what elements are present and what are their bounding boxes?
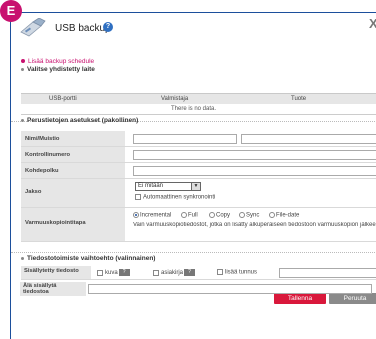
cancel-button[interactable]: Peruuta: [329, 293, 376, 304]
options-section-heading: Tiedostotoimiste vaihtoehto (valinnainen…: [21, 255, 155, 262]
empty-message: There is no data.: [171, 106, 217, 112]
radio-incremental[interactable]: [133, 212, 139, 218]
option-label: File-date: [276, 212, 300, 219]
option-label: Sync: [246, 212, 260, 219]
backup-option-copy[interactable]: Copy: [209, 212, 230, 219]
auto-sync-option: Automaattinen synkronointi: [135, 194, 215, 201]
name-input[interactable]: [133, 134, 237, 144]
option-label: Full: [188, 212, 198, 219]
basic-section-title: Perustietojen asetukset (pakollinen): [27, 117, 139, 124]
bullet-icon: [21, 67, 24, 71]
period-select[interactable]: Ei mitään ▼: [135, 182, 201, 191]
auto-sync-label: Automaattinen synkronointi: [143, 194, 216, 201]
backup-option-full[interactable]: Full: [181, 212, 198, 219]
backup-hint: Vain varmuuskopiotiedostot, jotka on lis…: [133, 222, 376, 228]
period-label: Jakso: [21, 179, 125, 207]
option-label: Copy: [216, 212, 231, 219]
controller-input[interactable]: [133, 150, 376, 160]
target-path-row: Kohdepolku: [21, 163, 376, 179]
column-manufacturer: Valmistaja: [161, 96, 189, 102]
help-icon[interactable]: ?: [103, 22, 113, 32]
name-label: Nimi/Muistio: [21, 131, 125, 146]
options-section-title: Tiedostotoimiste vaihtoehto (valinnainen…: [27, 255, 156, 262]
backup-option-sync[interactable]: Sync: [239, 212, 259, 219]
bullet-icon: [21, 256, 24, 260]
basic-section-heading: Perustietojen asetukset (pakollinen): [21, 117, 138, 124]
add-schedule-link[interactable]: Lisää backup schedule: [28, 58, 94, 65]
add-schedule-link-row: Lisää backup schedule: [21, 58, 94, 65]
name-row: Nimi/Muistio: [21, 131, 376, 147]
column-usb-port: USB-portti: [49, 96, 77, 102]
column-product: Tuote: [291, 96, 307, 102]
backup-type-row: Varmuuskopiointitapa Incremental Full Co…: [21, 208, 376, 242]
controller-label: Kontrollinumero: [21, 147, 125, 162]
usb-drive-icon: [20, 18, 46, 37]
not-included-label: Älä sisällytä tiedostoa: [20, 282, 86, 296]
not-included-input[interactable]: [88, 284, 372, 294]
close-icon[interactable]: X: [369, 16, 376, 31]
target-path-input[interactable]: [133, 166, 376, 176]
radio-file-date[interactable]: [269, 212, 275, 218]
step-badge: E: [0, 0, 22, 22]
radio-copy[interactable]: [209, 212, 215, 218]
target-path-label: Kohdepolku: [21, 163, 125, 178]
bullet-icon: [21, 59, 25, 64]
divider: [11, 252, 376, 253]
device-table-header: USB-portti Valmistaja Tuote: [21, 93, 376, 104]
select-device-label: Valitse yhdistetty laite: [27, 66, 95, 73]
chevron-down-icon: ▼: [191, 183, 200, 190]
period-select-value: Ei mitään: [138, 183, 164, 189]
radio-sync[interactable]: [239, 212, 245, 218]
device-table-empty-row: There is no data.: [21, 104, 376, 115]
period-row: Jakso Ei mitään ▼ Automaattinen synkrono…: [21, 179, 376, 208]
backup-type-label: Varmuuskopiointitapa: [21, 208, 125, 241]
bullet-icon: [21, 118, 24, 122]
dialog-title-bar: USB backup ? X: [11, 13, 376, 43]
select-device-heading: Valitse yhdistetty laite: [21, 66, 95, 73]
backup-option-incremental[interactable]: Incremental: [133, 212, 171, 219]
option-label: Incremental: [140, 212, 172, 219]
auto-sync-checkbox[interactable]: [135, 194, 141, 200]
save-button[interactable]: Tallenna: [274, 293, 326, 304]
memo-input[interactable]: [241, 134, 376, 144]
controller-row: Kontrollinumero: [21, 147, 376, 163]
backup-option-file-date[interactable]: File-date: [269, 212, 299, 219]
radio-full[interactable]: [181, 212, 187, 218]
